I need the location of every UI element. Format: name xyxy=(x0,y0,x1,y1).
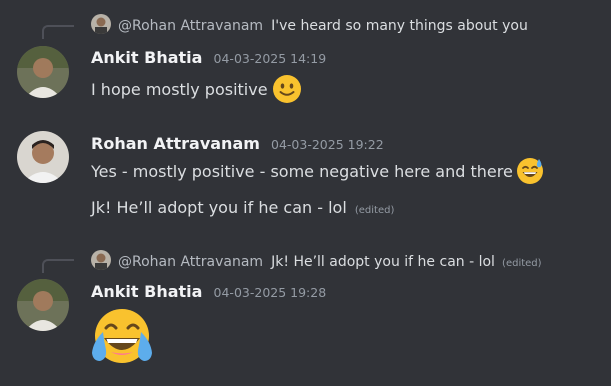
message-text: Jk! He’ll adopt you if he can - lol xyxy=(91,198,347,217)
slightly-smiling-face-icon xyxy=(272,74,302,104)
message-timestamp: 04-03-2025 14:19 xyxy=(213,51,327,66)
reply-preview-text[interactable]: Jk! He’ll adopt you if he can - lol xyxy=(271,254,495,270)
reply-connector xyxy=(42,25,74,39)
reply-connector xyxy=(42,259,74,273)
face-with-tears-of-joy-icon xyxy=(89,306,155,366)
reply-avatar[interactable] xyxy=(91,250,111,270)
message-author[interactable]: Ankit Bhatia xyxy=(91,48,202,67)
avatar[interactable] xyxy=(17,131,69,183)
reply-avatar[interactable] xyxy=(91,14,111,34)
reply-author[interactable]: @Rohan Attravanam xyxy=(118,18,263,34)
edited-label: (edited) xyxy=(502,258,542,269)
message-author[interactable]: Ankit Bhatia xyxy=(91,282,202,301)
message-text: Yes - mostly positive - some negative he… xyxy=(91,161,513,181)
avatar[interactable] xyxy=(17,279,69,331)
message-timestamp: 04-03-2025 19:22 xyxy=(271,137,384,152)
reply-preview-text[interactable]: I've heard so many things about you xyxy=(271,18,528,34)
message-author[interactable]: Rohan Attravanam xyxy=(91,134,260,153)
message-text: I hope mostly positive xyxy=(91,79,268,99)
edited-label: (edited) xyxy=(354,205,395,216)
message-timestamp: 04-03-2025 19:28 xyxy=(213,285,327,300)
avatar[interactable] xyxy=(17,46,69,98)
grinning-sweat-face-icon xyxy=(516,157,544,185)
reply-author[interactable]: @Rohan Attravanam xyxy=(118,254,263,270)
